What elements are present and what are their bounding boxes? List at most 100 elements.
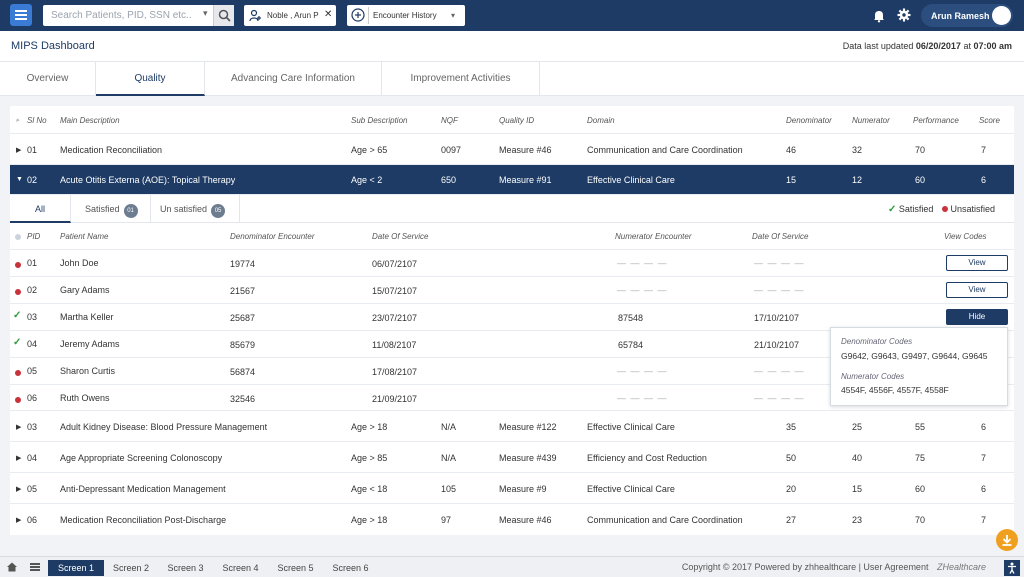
page-header: MIPS Dashboard Data last updated 06/20/2…	[0, 31, 1024, 62]
accessibility-icon	[1008, 562, 1016, 574]
home-icon[interactable]	[6, 561, 18, 573]
numerator-date-of-service: 17/10/2107	[754, 313, 800, 323]
table-row[interactable]: ▶ 04 Age Appropriate Screening Colonosco…	[10, 442, 1014, 473]
table-row[interactable]: ▶ 05 Anti-Depressant Medication Manageme…	[10, 473, 1014, 504]
header-patient-name: Patient Name	[60, 232, 109, 241]
chevron-down-icon[interactable]: ▾	[203, 8, 208, 19]
patient-pid: 03	[27, 312, 38, 322]
tab-screen-6[interactable]: Screen 6	[323, 560, 378, 576]
bell-icon[interactable]	[872, 9, 886, 23]
search-input[interactable]: Search Patients, PID, SSN etc..	[51, 10, 192, 21]
row-sl-no: 05	[27, 484, 38, 494]
data-updated-info: Data last updated 06/20/2017 at 07:00 am	[843, 41, 1012, 51]
denominator-encounter: 19774	[230, 259, 256, 269]
list-icon[interactable]	[29, 561, 41, 573]
row-performance: 70	[915, 145, 926, 155]
tab-unsatisfied-label: Un satisfied	[160, 204, 208, 214]
view-codes-button[interactable]: View	[946, 255, 1008, 271]
search-box[interactable]: Search Patients, PID, SSN etc.. ▾	[43, 5, 234, 26]
row-score: 6	[981, 175, 987, 185]
table-header: ▸ Sl No Main Description Sub Description…	[10, 106, 1014, 134]
encounter-history-chip[interactable]: Encounter History ▾	[347, 5, 465, 26]
tab-advancing-care-information[interactable]: Advancing Care Information	[205, 62, 382, 96]
row-score: 6	[981, 484, 987, 494]
denominator-encounter: 32546	[230, 394, 256, 404]
row-quality-id: Measure #9	[499, 484, 547, 494]
tab-satisfied[interactable]: Satisfied 01	[71, 195, 151, 223]
tab-quality[interactable]: Quality	[96, 62, 205, 96]
tab-screen-1[interactable]: Screen 1	[48, 560, 104, 576]
row-nqf: 0097	[441, 145, 462, 155]
search-icon	[218, 9, 231, 22]
hamburger-menu-button[interactable]	[10, 4, 32, 26]
row-domain: Effective Clinical Care	[587, 422, 675, 432]
row-quality-id: Measure #46	[499, 145, 552, 155]
denominator-encounter: 85679	[230, 340, 256, 350]
row-main-description: Anti-Depressant Medication Management	[60, 484, 226, 494]
tab-unsatisfied[interactable]: Un satisfied 05	[151, 195, 240, 223]
row-quality-id: Measure #122	[499, 422, 557, 432]
dropdown-arrow-icon[interactable]: ▾	[451, 11, 455, 20]
tab-screen-5[interactable]: Screen 5	[268, 560, 323, 576]
check-icon: ✓	[888, 204, 897, 215]
denominator-encounter: 56874	[230, 367, 256, 377]
tab-improvement-activities[interactable]: Improvement Activities	[382, 62, 540, 96]
accessibility-button[interactable]	[1004, 560, 1020, 576]
updated-prefix: Data last updated	[842, 41, 914, 51]
header-numerator: Numerator	[852, 116, 890, 125]
tab-screen-2[interactable]: Screen 2	[104, 560, 158, 576]
header-dot-icon	[15, 233, 21, 242]
brand-logo: ZHealthcare	[936, 562, 986, 572]
tab-screen-4[interactable]: Screen 4	[213, 560, 268, 576]
legend-satisfied: Satisfied	[898, 204, 934, 214]
row-sub-description: Age > 85	[351, 453, 388, 463]
row-main-description: Medication Reconciliation	[60, 145, 163, 155]
user-menu[interactable]: Arun Ramesh	[921, 4, 1013, 27]
numerator-encounter: — — — —	[617, 366, 668, 376]
patient-chip[interactable]: Noble , Arun P ✕	[244, 5, 336, 26]
search-button[interactable]	[213, 5, 234, 26]
close-icon[interactable]: ✕	[324, 9, 332, 20]
tab-screen-3[interactable]: Screen 3	[158, 560, 213, 576]
collapse-arrow-icon[interactable]: ▼	[16, 176, 23, 183]
table-row[interactable]: ▶ 06 Medication Reconciliation Post-Disc…	[10, 504, 1014, 535]
copyright-text: Copyright © 2017 Powered by zhhealthcare…	[681, 562, 929, 572]
row-sl-no: 02	[27, 175, 38, 185]
codes-popover: Denominator Codes G9642, G9643, G9497, G…	[830, 327, 1008, 406]
tab-overview[interactable]: Overview	[0, 62, 96, 96]
expand-arrow-icon[interactable]: ▶	[16, 516, 21, 524]
table-row[interactable]: ▶ 01 Medication Reconciliation Age > 65 …	[10, 134, 1014, 165]
view-codes-button[interactable]: View	[946, 282, 1008, 298]
user-name: Arun Ramesh	[931, 11, 990, 21]
header-date-of-service: Date Of Service	[372, 232, 429, 241]
header-domain: Domain	[587, 116, 615, 125]
expand-arrow-icon[interactable]: ▶	[16, 146, 21, 154]
check-icon: ✓	[13, 337, 22, 348]
patient-name: Gary Adams	[60, 285, 110, 295]
tab-all[interactable]: All	[10, 195, 71, 223]
table-row-selected[interactable]: ▼ 02 Acute Otitis Externa (AOE): Topical…	[10, 165, 1014, 195]
date-of-service: 21/09/2107	[372, 394, 418, 404]
row-domain: Effective Clinical Care	[587, 484, 675, 494]
chevron-right-icon: ▸	[16, 117, 20, 124]
expand-arrow-icon[interactable]: ▶	[16, 454, 21, 462]
row-sub-description: Age > 18	[351, 515, 388, 525]
patient-filter-tabs: All Satisfied 01 Un satisfied 05 ✓ Satisfi…	[10, 195, 1014, 223]
row-score: 7	[981, 145, 987, 155]
header-main-description: Main Description	[60, 116, 120, 125]
expand-arrow-icon[interactable]: ▶	[16, 423, 21, 431]
legend: ✓ Satisfied Unsatisfied	[888, 204, 995, 215]
main-tabs: Overview Quality Advancing Care Informat…	[0, 62, 1024, 96]
table-row[interactable]: ▶ 03 Adult Kidney Disease: Blood Pressur…	[10, 411, 1014, 442]
hide-codes-button[interactable]: Hide	[946, 309, 1008, 325]
header-quality-id: Quality ID	[499, 116, 535, 125]
gear-icon[interactable]	[897, 8, 911, 22]
date-of-service: 11/08/2107	[372, 340, 417, 350]
row-numerator: 40	[852, 453, 863, 463]
expand-arrow-icon[interactable]: ▶	[16, 485, 21, 493]
denominator-encounter: 25687	[230, 313, 256, 323]
patient-name: John Doe	[60, 258, 99, 268]
unsatisfied-dot-icon	[15, 260, 21, 270]
copyright: Copyright © 2017 Powered by zhhealthcare…	[682, 562, 986, 572]
download-button[interactable]	[996, 529, 1018, 551]
